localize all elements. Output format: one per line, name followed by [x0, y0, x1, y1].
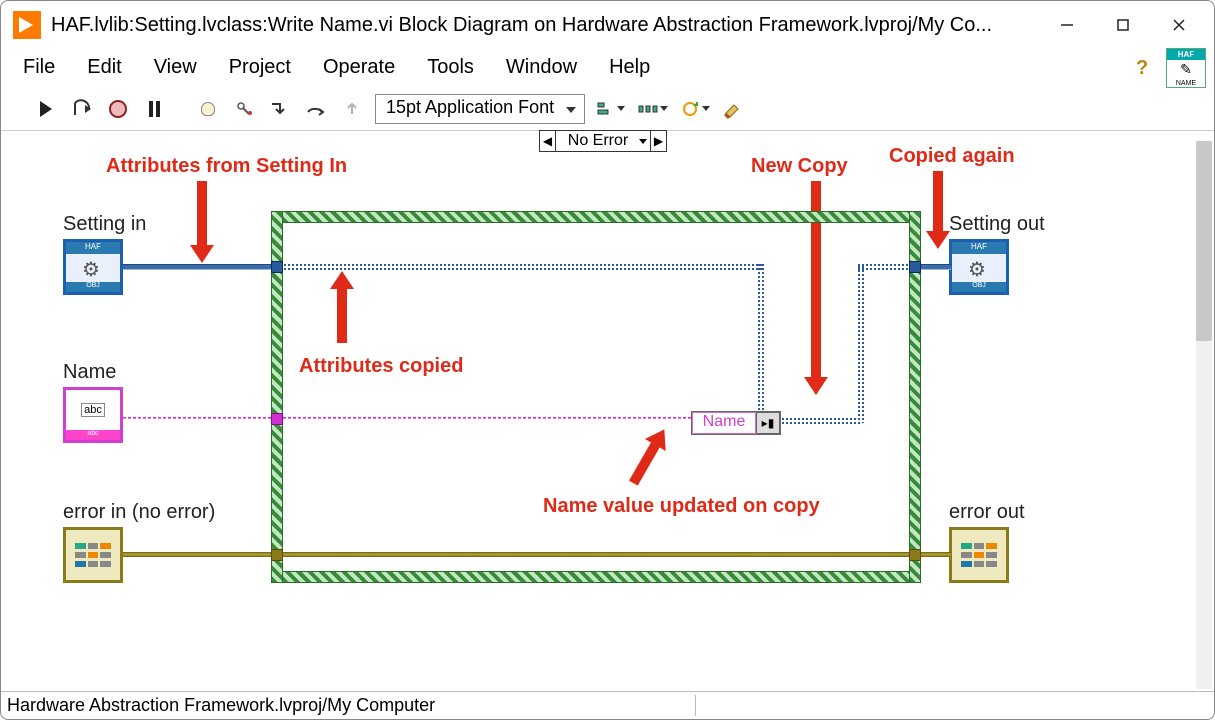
wire-obj[interactable] — [123, 264, 273, 270]
wire-error[interactable] — [123, 552, 951, 557]
step-over-button[interactable] — [303, 96, 329, 122]
tunnel[interactable] — [909, 549, 921, 561]
menu-view[interactable]: View — [140, 52, 211, 83]
property-node-name[interactable]: Name ▸▮ — [691, 411, 781, 435]
window-title: HAF.lvlib:Setting.lvclass:Write Name.vi … — [51, 14, 1034, 37]
annotation-copied-again: Copied again — [889, 145, 1015, 168]
terminal-error-out[interactable] — [949, 527, 1009, 583]
font-selector[interactable]: 15pt Application Font — [375, 94, 585, 124]
scrollbar-thumb[interactable] — [1196, 141, 1212, 341]
case-selector-label[interactable]: No Error — [556, 132, 650, 150]
haf-badge: HAF — [66, 242, 120, 254]
highlight-execution-button[interactable] — [195, 96, 221, 122]
minimize-button[interactable] — [1044, 10, 1090, 40]
menu-help[interactable]: Help — [595, 52, 664, 83]
terminal-setting-in[interactable]: HAF OBJ — [63, 239, 123, 295]
app-icon — [13, 11, 41, 39]
case-selector[interactable]: ◀ No Error ▶ — [539, 130, 667, 152]
wire-obj[interactable] — [781, 417, 861, 425]
wire-string[interactable] — [123, 417, 691, 419]
case-next-icon[interactable]: ▶ — [650, 131, 666, 151]
terminal-setting-out[interactable]: HAF OBJ — [949, 239, 1009, 295]
maximize-button[interactable] — [1100, 10, 1146, 40]
terminal-label-setting-out: Setting out — [949, 213, 1045, 236]
reorder-button[interactable] — [679, 96, 711, 122]
step-into-button[interactable] — [267, 96, 293, 122]
retain-wire-values-button[interactable] — [231, 96, 257, 122]
tunnel[interactable] — [271, 413, 283, 425]
vertical-scrollbar[interactable] — [1196, 141, 1212, 689]
vi-icon[interactable]: HAF ✎ NAME — [1166, 48, 1206, 88]
cleanup-diagram-button[interactable] — [721, 96, 747, 122]
vi-icon-bottom: NAME — [1176, 80, 1196, 87]
context-help-icon[interactable]: ? — [1136, 57, 1158, 79]
menu-operate[interactable]: Operate — [309, 52, 409, 83]
case-prev-icon[interactable]: ◀ — [540, 131, 556, 151]
arrow-icon — [933, 171, 943, 235]
wire-obj[interactable] — [919, 264, 951, 270]
window-titlebar: HAF.lvlib:Setting.lvclass:Write Name.vi … — [1, 1, 1214, 49]
terminal-label-setting-in: Setting in — [63, 213, 146, 236]
abort-button[interactable] — [105, 96, 131, 122]
wire-obj[interactable] — [283, 263, 763, 271]
menubar: File Edit View Project Operate Tools Win… — [1, 49, 1214, 87]
terminal-error-in[interactable] — [63, 527, 123, 583]
close-button[interactable] — [1156, 10, 1202, 40]
vi-icon-top: HAF — [1167, 49, 1205, 60]
wire-obj[interactable] — [857, 265, 865, 423]
gear-icon — [968, 257, 990, 279]
align-objects-button[interactable] — [595, 96, 627, 122]
status-project-path: Hardware Abstraction Framework.lvproj/My… — [7, 695, 696, 716]
annotation-new-copy: New Copy — [751, 155, 848, 178]
menu-file[interactable]: File — [9, 52, 69, 83]
gear-icon — [82, 257, 104, 279]
pause-button[interactable] — [141, 96, 167, 122]
terminal-name[interactable]: abc abc — [63, 387, 123, 443]
annotation-attrs-from: Attributes from Setting In — [106, 155, 347, 178]
terminal-label-error-in: error in (no error) — [63, 501, 215, 524]
haf-badge: HAF — [952, 242, 1006, 254]
tunnel[interactable] — [271, 261, 283, 273]
obj-badge: OBJ — [952, 282, 1006, 292]
property-node-label: Name — [692, 412, 756, 434]
tunnel[interactable] — [271, 549, 283, 561]
distribute-objects-button[interactable] — [637, 96, 669, 122]
tunnel[interactable] — [909, 261, 921, 273]
pencil-icon: ✎ — [1180, 60, 1192, 80]
wire-obj[interactable] — [757, 263, 765, 423]
run-button[interactable] — [33, 96, 59, 122]
menu-tools[interactable]: Tools — [413, 52, 488, 83]
terminal-label-name: Name — [63, 361, 116, 384]
obj-badge: OBJ — [66, 282, 120, 292]
menu-window[interactable]: Window — [492, 52, 591, 83]
block-diagram-canvas[interactable]: Attributes from Setting In New Copy Copi… — [1, 131, 1214, 691]
step-out-button[interactable] — [339, 96, 365, 122]
terminal-label-error-out: error out — [949, 501, 1025, 524]
statusbar: Hardware Abstraction Framework.lvproj/My… — [1, 691, 1214, 719]
arrow-icon — [197, 181, 207, 249]
menu-project[interactable]: Project — [215, 52, 305, 83]
property-node-direction-icon[interactable]: ▸▮ — [756, 412, 780, 434]
wire-obj[interactable] — [857, 263, 911, 271]
toolbar: 15pt Application Font — [1, 87, 1214, 131]
string-type-badge: abc — [66, 430, 120, 440]
menu-edit[interactable]: Edit — [73, 52, 135, 83]
string-type-icon: abc — [81, 403, 105, 417]
run-continuously-button[interactable] — [69, 96, 95, 122]
